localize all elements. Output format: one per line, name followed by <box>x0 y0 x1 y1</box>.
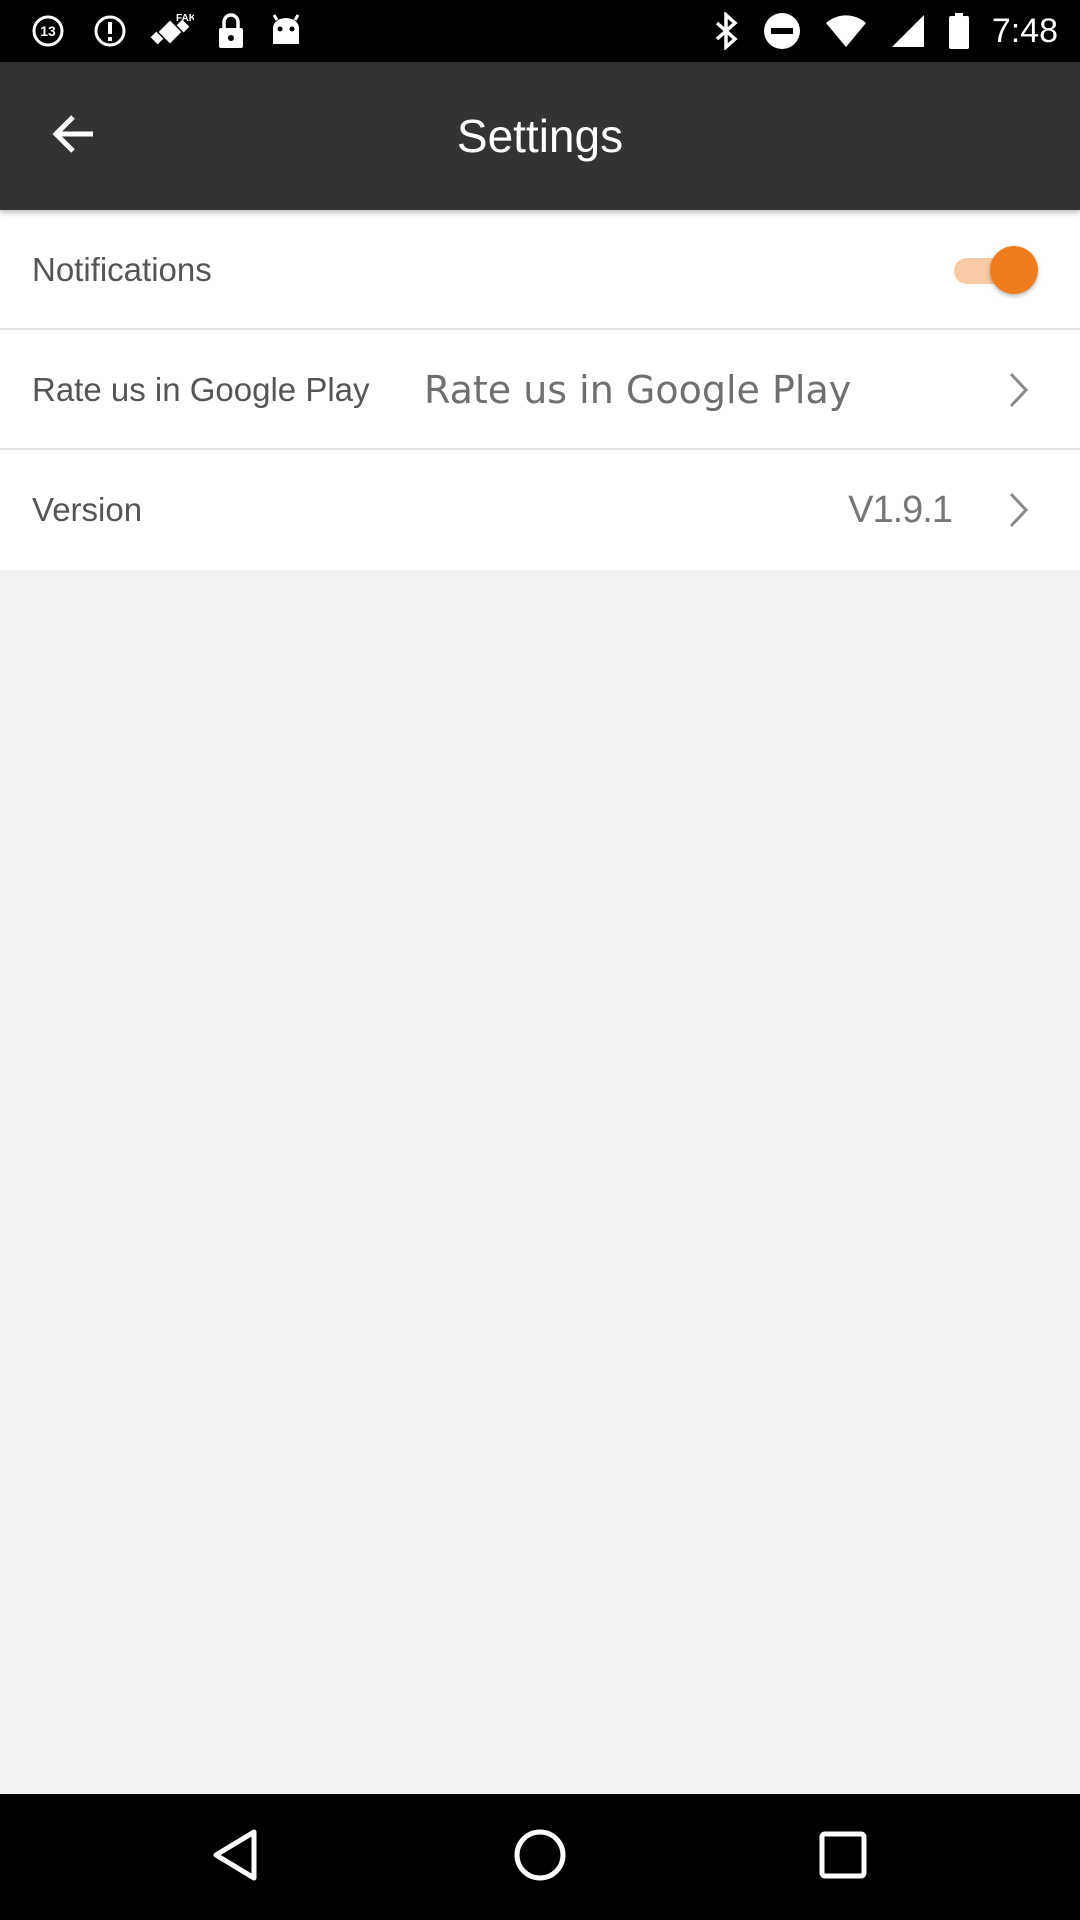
do-not-disturb-icon <box>762 11 802 51</box>
back-button[interactable] <box>40 106 106 166</box>
nav-recents-button[interactable] <box>808 1822 878 1892</box>
rate-us-row[interactable]: Rate us in Google Play Rate us in Google… <box>0 330 1080 450</box>
status-right-icons: 7:48 <box>714 10 1058 52</box>
arrow-back-icon <box>51 114 95 159</box>
wifi-icon <box>824 13 868 49</box>
toggle-thumb <box>990 246 1038 294</box>
back-triangle-icon <box>210 1828 260 1887</box>
battery-icon <box>948 12 970 50</box>
nav-back-button[interactable] <box>200 1822 270 1892</box>
rate-us-value: Rate us in Google Play <box>424 368 852 412</box>
version-label: Version <box>32 491 143 528</box>
navigation-bar <box>0 1794 1080 1920</box>
chevron-right-icon <box>1006 368 1032 412</box>
fake-gps-icon: FAKE <box>150 10 194 52</box>
status-left-icons: 13 FAKE <box>26 10 304 52</box>
status-bar: 13 FAKE <box>0 0 1080 62</box>
lock-icon <box>216 12 246 50</box>
notifications-toggle[interactable] <box>946 242 1038 298</box>
nav-home-button[interactable] <box>505 1822 575 1892</box>
svg-text:FAKE: FAKE <box>176 13 194 24</box>
page-title: Settings <box>456 110 624 162</box>
notifications-label: Notifications <box>32 251 212 288</box>
notifications-row: Notifications <box>0 210 1080 330</box>
rate-us-label: Rate us in Google Play <box>32 371 370 408</box>
app-bar: Settings <box>0 62 1080 210</box>
alert-icon <box>92 13 128 49</box>
status-time: 7:48 <box>991 11 1058 50</box>
chevron-right-icon <box>1006 488 1032 532</box>
cell-signal-icon <box>890 13 926 49</box>
abc13-news-icon: 13 <box>26 15 70 47</box>
android-icon <box>268 14 304 48</box>
recents-square-icon <box>818 1830 868 1885</box>
bluetooth-icon <box>714 12 740 50</box>
version-row[interactable]: Version V1.9.1 <box>0 450 1080 570</box>
svg-text:13: 13 <box>40 23 56 39</box>
settings-list: Notifications Rate us in Google Play Rat… <box>0 210 1080 570</box>
home-circle-icon <box>512 1827 568 1888</box>
version-value: V1.9.1 <box>848 488 953 531</box>
